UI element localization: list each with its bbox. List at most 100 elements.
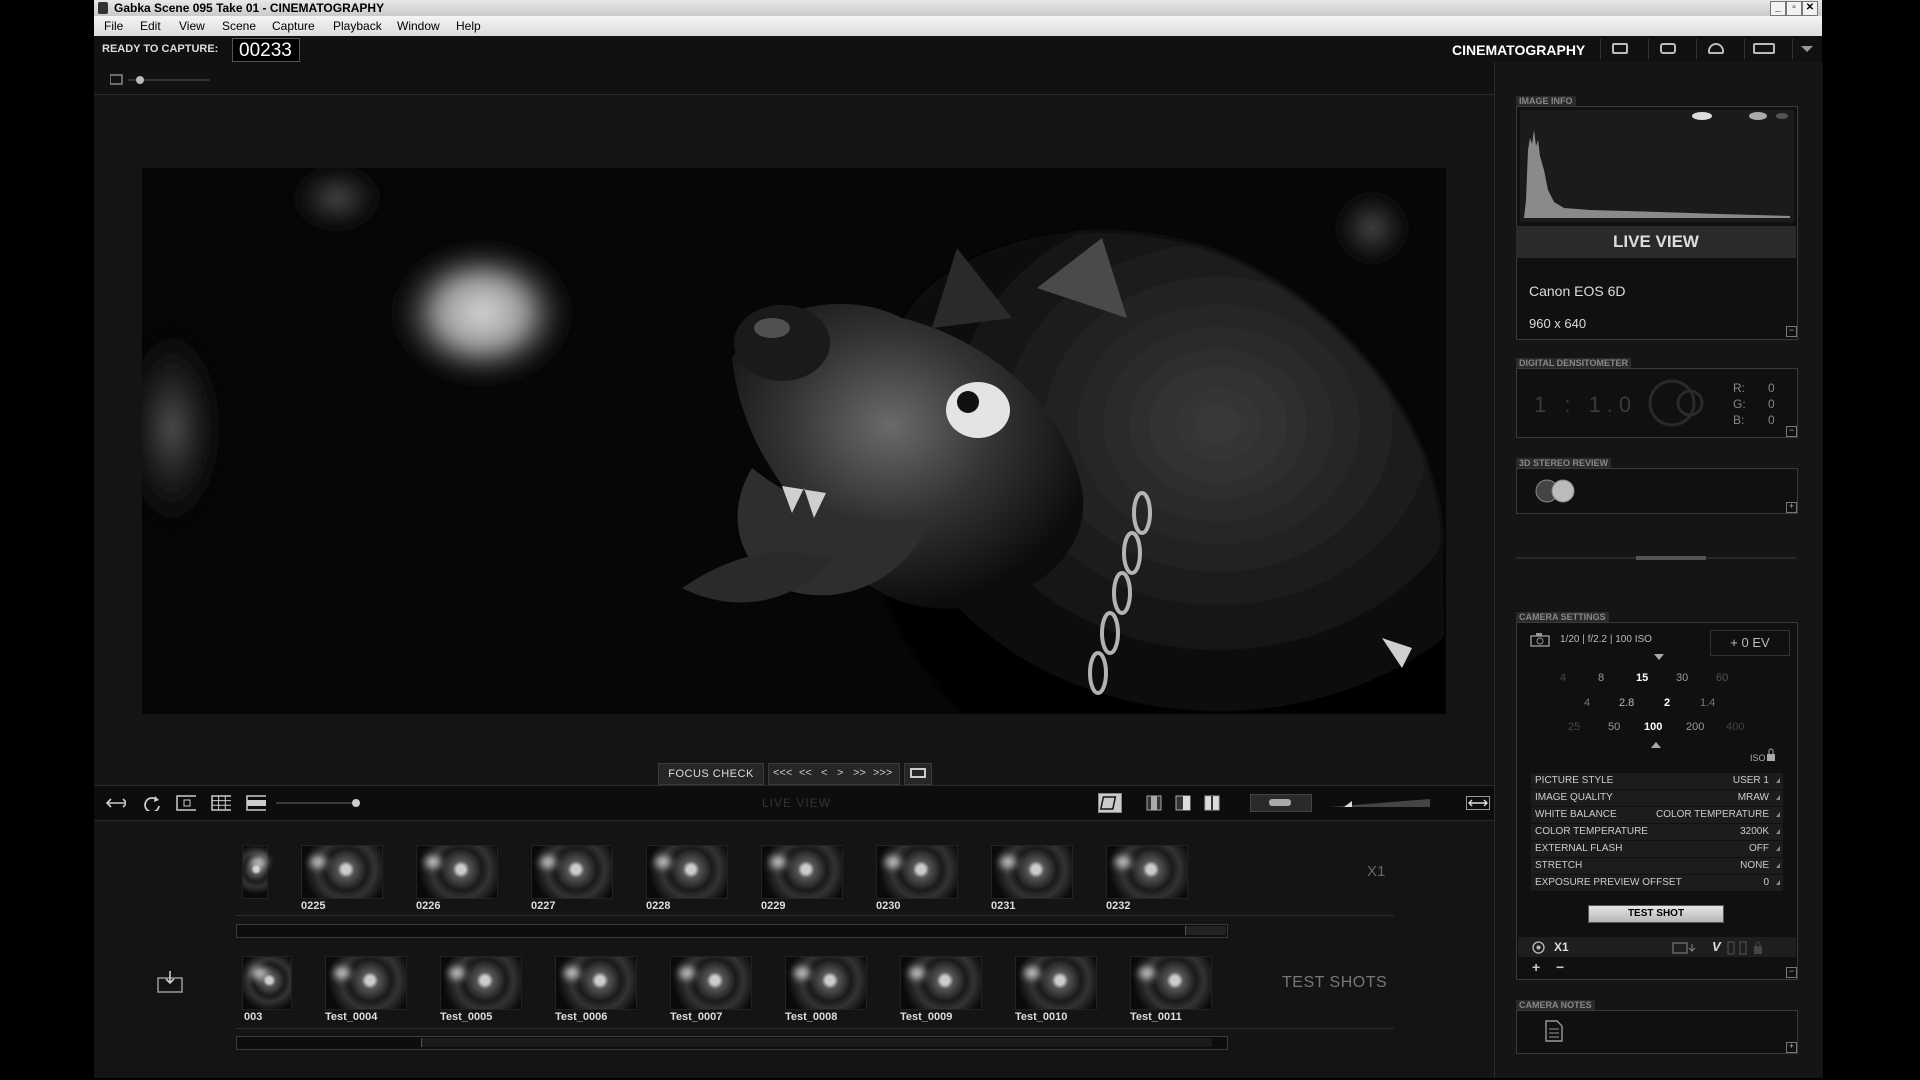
- test-thumb-0009[interactable]: [900, 956, 982, 1010]
- panel-splitter[interactable]: [1516, 552, 1796, 564]
- nav-last-button[interactable]: >>>: [873, 767, 892, 779]
- menu-file[interactable]: File: [104, 19, 123, 33]
- ev-readout: + 0 EV: [1710, 630, 1790, 656]
- test-thumb-0011[interactable]: [1130, 956, 1212, 1010]
- remove-camera-button[interactable]: −: [1556, 959, 1564, 975]
- camera-view-button[interactable]: [1648, 39, 1687, 59]
- nav-forward-button[interactable]: >: [837, 767, 843, 779]
- stereo-expand-icon[interactable]: +: [1786, 502, 1797, 513]
- compare-side-icon[interactable]: [1204, 795, 1220, 811]
- setting-image-quality[interactable]: IMAGE QUALITY MRAW: [1531, 790, 1783, 807]
- compare-wipe-icon[interactable]: [1175, 795, 1191, 811]
- timeline-label-0232: 0232: [1106, 900, 1131, 912]
- monitor-view-button[interactable]: [1600, 39, 1639, 59]
- blend-mode-selector[interactable]: [1250, 794, 1312, 812]
- timeline-thumb-0229[interactable]: [761, 845, 843, 899]
- monitor-icon: [1612, 43, 1628, 54]
- menu-help[interactable]: Help: [456, 19, 481, 33]
- fullscreen-button[interactable]: [904, 763, 932, 785]
- setting-stretch[interactable]: STRETCH NONE: [1531, 858, 1783, 875]
- workspace-dropdown[interactable]: [1792, 39, 1819, 59]
- close-button[interactable]: ✕: [1802, 1, 1818, 16]
- test-label-0009: Test_0009: [900, 1011, 953, 1023]
- nav-forward-fast-button[interactable]: >>: [853, 767, 866, 779]
- timeline-thumb-0231[interactable]: [991, 845, 1073, 899]
- onion-skin-toggle[interactable]: [1098, 793, 1122, 813]
- test-shots-scrollbar[interactable]: [236, 1036, 1228, 1050]
- test-thumb-0004[interactable]: [325, 956, 407, 1010]
- live-view-label: LIVE VIEW: [762, 796, 832, 810]
- capture-mode-icon[interactable]: [1672, 942, 1702, 954]
- crop-guide-icon[interactable]: [176, 795, 196, 811]
- timeline-thumb-0225[interactable]: [301, 845, 383, 899]
- timeline-thumb-0230[interactable]: [876, 845, 958, 899]
- capture-options-icon[interactable]: [1726, 941, 1770, 955]
- nav-back-button[interactable]: <: [821, 767, 827, 779]
- dropdown-arrow-icon: [1776, 778, 1780, 783]
- rotate-icon[interactable]: [142, 795, 162, 811]
- timeline-thumb-0228[interactable]: [646, 845, 728, 899]
- nav-back-fast-button[interactable]: <<: [799, 767, 812, 779]
- test-thumb-0006[interactable]: [555, 956, 637, 1010]
- add-camera-button[interactable]: +: [1532, 959, 1540, 975]
- maximize-button[interactable]: ▫: [1786, 1, 1802, 16]
- timeline-thumb-0232[interactable]: [1106, 845, 1188, 899]
- overlay-opacity-slider[interactable]: [276, 796, 366, 810]
- playback-speed-slider[interactable]: [1330, 795, 1434, 811]
- zoom-slider[interactable]: [110, 72, 210, 88]
- focus-check-button[interactable]: FOCUS CHECK: [658, 763, 764, 785]
- user-view-button[interactable]: [1696, 39, 1735, 59]
- setting-key: EXTERNAL FLASH: [1535, 843, 1623, 854]
- app-icon: [98, 2, 108, 14]
- flip-horizontal-icon[interactable]: [106, 795, 126, 811]
- live-view-image[interactable]: [142, 168, 1446, 714]
- camera-notes-expand-icon[interactable]: +: [1786, 1042, 1797, 1053]
- test-thumb-0008[interactable]: [785, 956, 867, 1010]
- menu-view[interactable]: View: [179, 19, 205, 33]
- nav-first-button[interactable]: <<<: [773, 767, 792, 779]
- minimize-button[interactable]: _: [1770, 1, 1786, 16]
- timeline-thumb-0226[interactable]: [416, 845, 498, 899]
- test-thumb-partial[interactable]: [242, 956, 292, 1010]
- densitometer-collapse-icon[interactable]: −: [1786, 426, 1797, 437]
- density-target-icon: [1648, 379, 1704, 427]
- menu-scene[interactable]: Scene: [222, 19, 256, 33]
- timeline-divider: [236, 915, 1394, 916]
- timeline-thumb-0227[interactable]: [531, 845, 613, 899]
- video-mode-toggle[interactable]: V: [1712, 939, 1721, 954]
- fit-width-icon[interactable]: [1466, 796, 1490, 810]
- setting-key: PICTURE STYLE: [1535, 775, 1614, 786]
- menu-window[interactable]: Window: [397, 19, 440, 33]
- test-shot-button[interactable]: TEST SHOT: [1588, 905, 1724, 923]
- image-info-collapse-icon[interactable]: −: [1786, 326, 1797, 337]
- camera-settings-collapse-icon[interactable]: −: [1786, 967, 1797, 978]
- letterbox-icon[interactable]: [246, 795, 266, 811]
- timeline-scrollbar[interactable]: [236, 924, 1228, 938]
- chevron-down-icon: [1801, 46, 1813, 52]
- test-thumb-0010[interactable]: [1015, 956, 1097, 1010]
- setting-value: 0: [1763, 877, 1769, 888]
- test-shots-scroll-thumb[interactable]: [421, 1038, 1212, 1047]
- grid-icon[interactable]: [211, 795, 231, 811]
- menu-edit[interactable]: Edit: [140, 19, 161, 33]
- compare-split-icon[interactable]: [1146, 795, 1162, 811]
- lock-icon[interactable]: [1766, 748, 1776, 762]
- setting-color-temperature[interactable]: COLOR TEMPERATURE 3200K: [1531, 824, 1783, 841]
- menu-capture[interactable]: Capture: [272, 19, 315, 33]
- display-view-button[interactable]: [1744, 39, 1783, 59]
- live-view-picture: [142, 168, 1446, 714]
- timeline-thumb-partial[interactable]: [242, 845, 268, 899]
- notes-document-icon[interactable]: [1545, 1020, 1563, 1042]
- setting-picture-style[interactable]: PICTURE STYLE USER 1: [1531, 773, 1783, 790]
- menu-playback[interactable]: Playback: [333, 19, 382, 33]
- setting-white-balance[interactable]: WHITE BALANCE COLOR TEMPERATURE: [1531, 807, 1783, 824]
- setting-external-flash[interactable]: EXTERNAL FLASH OFF: [1531, 841, 1783, 858]
- iso-value-50: 50: [1608, 721, 1621, 733]
- test-thumb-0005[interactable]: [440, 956, 522, 1010]
- test-thumb-0007[interactable]: [670, 956, 752, 1010]
- setting-exposure-preview-offset[interactable]: EXPOSURE PREVIEW OFFSET 0: [1531, 875, 1783, 892]
- timeline-scroll-thumb[interactable]: [1185, 926, 1226, 935]
- stereo-glasses-icon[interactable]: [1534, 478, 1580, 504]
- import-icon[interactable]: [157, 970, 183, 994]
- capture-target-icon[interactable]: [1532, 941, 1545, 954]
